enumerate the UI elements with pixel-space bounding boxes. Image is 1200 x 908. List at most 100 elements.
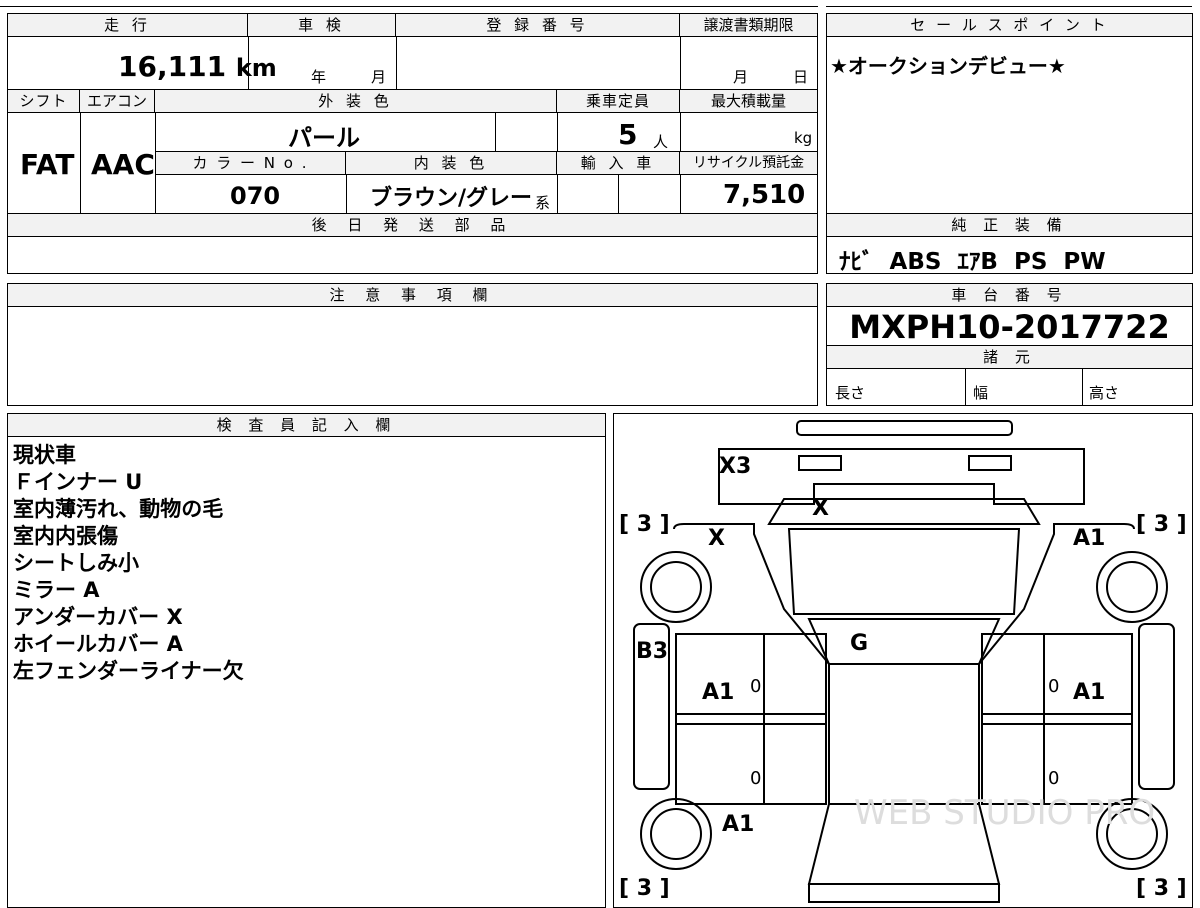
divider (346, 175, 347, 213)
inspector-note: Ｆインナー U (13, 470, 143, 494)
rear-lamp-left (798, 455, 842, 471)
inspector-box: 検 査 員 記 入 欄 現状車 Ｆインナー U 室内薄汚れ、動物の毛 室内内張傷… (7, 413, 606, 908)
chassis-number: MXPH10-2017722 (849, 308, 1170, 346)
front-bumper-outline (808, 883, 1000, 903)
mark-left-side: B3 (636, 639, 669, 664)
color-no-value: 070 (230, 182, 281, 210)
mark-tire-rf: [ 3 ] (1136, 876, 1187, 901)
capacity-label: 乗車定員 (557, 90, 680, 113)
registration-label: 登 録 番 号 (396, 14, 680, 37)
wheel-right-rear-inner (1106, 561, 1158, 613)
top-border (0, 6, 818, 7)
mark-roof: G (850, 631, 869, 656)
dimensions-label: 諸 元 (827, 346, 1192, 369)
capacity-unit: 人 (653, 133, 669, 151)
divider (396, 37, 397, 89)
inspector-note: ホイールカバー A (13, 632, 183, 656)
inspector-note: 室内薄汚れ、動物の毛 (13, 497, 224, 521)
chassis-label: 車 台 番 号 (827, 284, 1192, 307)
color-no-label: カ ラ ー N o . (156, 152, 346, 175)
exterior-color-value: パール (288, 124, 360, 152)
transfer-month-unit: 月 (733, 68, 749, 86)
equipment-label: 純 正 装 備 (827, 214, 1192, 237)
divider (80, 113, 81, 213)
mark-rear-right: A1 (1073, 526, 1106, 551)
mark-tire-lr: [ 3 ] (619, 512, 670, 537)
divider (495, 113, 496, 151)
vehicle-info-table: 走 行 車 検 登 録 番 号 譲渡書類期限 16,111 km 年 月 月 日… (7, 13, 818, 274)
inspector-note: 室内内張傷 (13, 524, 118, 548)
mileage-label: 走 行 (8, 14, 248, 37)
inspector-label: 検 査 員 記 入 欄 (8, 414, 605, 437)
divider (1082, 369, 1083, 405)
mark-rear-glass: X (812, 496, 829, 521)
mark-rear-left: X (708, 526, 725, 551)
left-front-door (675, 723, 827, 805)
transfer-deadline-label: 譲渡書類期限 (680, 14, 817, 37)
mark-rear-panel: X3 (719, 454, 752, 479)
import-label: 輸 入 車 (557, 152, 680, 175)
shift-label: シフト (8, 90, 80, 113)
inspector-note: 左フェンダーライナー欠 (13, 659, 244, 683)
shaken-month-unit: 月 (371, 68, 387, 86)
inspector-note: ミラー A (13, 578, 100, 602)
right-front-door (981, 723, 1133, 805)
roof-outline (807, 618, 1001, 665)
divider (618, 175, 619, 213)
length-label: 長さ (835, 384, 866, 402)
mark-zero: 0 (750, 768, 762, 789)
mark-left-front: A1 (722, 812, 755, 837)
later-parts-label: 後 日 発 送 部 品 (8, 214, 817, 237)
rear-window-outline (767, 498, 1041, 525)
rear-lamp-right (968, 455, 1012, 471)
recycle-label: リサイクル預託金 (680, 152, 817, 175)
transfer-day-unit: 日 (793, 68, 809, 86)
height-label: 高さ (1089, 384, 1120, 402)
car-diagram: WEB STUDIO PRO (633, 420, 1175, 903)
mark-tire-lf: [ 3 ] (619, 876, 670, 901)
car-diagram-box: WEB STUDIO PRO X3 X X A1 B3 G A1 A1 A1 [… (613, 413, 1193, 908)
notes-box: 注 意 事 項 欄 (7, 283, 818, 406)
mark-right-rear-door: A1 (1073, 680, 1106, 705)
sales-point-label: セ ー ル ス ポ イ ン ト (827, 14, 1192, 37)
inspector-note: シートしみ小 (13, 551, 139, 575)
max-load-label: 最大積載量 (680, 90, 817, 113)
sales-point-value: ★オークションデビュー★ (830, 54, 1066, 78)
width-label: 幅 (973, 384, 989, 402)
interior-color-label: 内 装 色 (346, 152, 557, 175)
divider (965, 369, 966, 405)
inspector-note: アンダーカバー X (13, 605, 183, 629)
mark-zero: 0 (1048, 676, 1060, 697)
top-border-right (826, 6, 1192, 7)
chassis-box: 車 台 番 号 MXPH10-2017722 諸 元 長さ 幅 高さ (826, 283, 1193, 406)
rear-panel-outline (718, 448, 1085, 505)
exterior-color-label: 外 装 色 (155, 90, 557, 113)
right-skirt (1138, 623, 1175, 790)
shaken-year-unit: 年 (311, 68, 327, 86)
interior-color-value: ブラウン/グレー (370, 186, 533, 211)
mark-left-rear-door: A1 (702, 680, 735, 705)
interior-color-suffix: 系 (535, 194, 551, 212)
sales-point-box: セ ー ル ス ポ イ ン ト ★オークションデビュー★ 純 正 装 備 ﾅﾋﾞ… (826, 13, 1193, 275)
right-body-outline (978, 523, 1135, 665)
inspector-notes-list: 現状車 Ｆインナー U 室内薄汚れ、動物の毛 室内内張傷 シートしみ小 ミラー … (13, 442, 244, 685)
mileage-value: 16,111 km (118, 50, 277, 83)
left-body-outline (673, 523, 830, 665)
capacity-value: 5 (618, 118, 638, 151)
equipment-value: ﾅﾋﾞ ABS ｴｱB PS PW (839, 249, 1106, 275)
rear-glass-outline (787, 528, 1021, 615)
mark-zero: 0 (750, 676, 762, 697)
aircon-value: AAC (91, 148, 155, 181)
divider (680, 37, 681, 89)
shift-value: FAT (20, 148, 75, 181)
shaken-label: 車 検 (248, 14, 396, 37)
mark-tire-rr: [ 3 ] (1136, 512, 1187, 537)
wheel-left-rear-inner (650, 561, 702, 613)
diagram-watermark: WEB STUDIO PRO (854, 793, 1155, 833)
wheel-left-front-inner (650, 808, 702, 860)
rear-bumper-outline (796, 420, 1013, 436)
mark-zero: 0 (1048, 768, 1060, 789)
max-load-unit: kg (794, 129, 813, 147)
notes-label: 注 意 事 項 欄 (8, 284, 817, 307)
cabin-outline (828, 663, 980, 805)
